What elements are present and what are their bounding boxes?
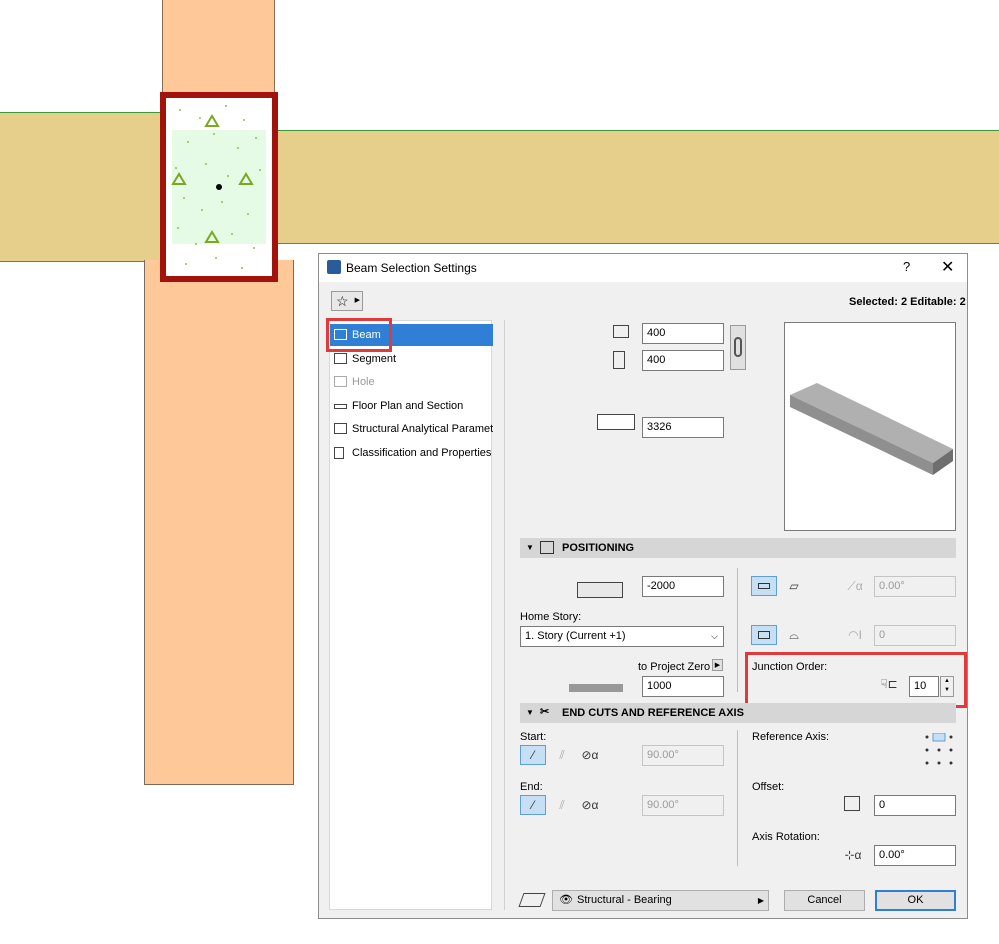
beam-settings-panel: 400 400 3326 ▼ POSITIONING -2000 Home St… bbox=[504, 320, 967, 910]
end-angled-cut-icon[interactable]: ⫽ bbox=[550, 796, 574, 814]
start-angle-field: 90.00° bbox=[642, 745, 724, 766]
tilt-angle-icon: ⟋α bbox=[847, 579, 863, 593]
height-icon bbox=[613, 351, 625, 369]
nav-item-floor-plan[interactable]: Floor Plan and Section bbox=[330, 395, 493, 417]
positioning-divider bbox=[737, 568, 738, 692]
column-lower[interactable] bbox=[144, 260, 294, 785]
dialog-title: Beam Selection Settings bbox=[346, 261, 477, 275]
start-angled-cut-icon[interactable]: ⫽ bbox=[550, 746, 574, 764]
beam-right[interactable] bbox=[270, 130, 999, 244]
reference-offset-field[interactable]: -2000 bbox=[642, 576, 724, 597]
star-icon: ☆ bbox=[336, 293, 349, 309]
chevron-down-icon: ⌵ bbox=[711, 631, 718, 641]
arrow-right-icon: ▶ bbox=[354, 297, 360, 304]
nav-item-segment[interactable]: Segment bbox=[330, 348, 493, 370]
reference-offset-icon bbox=[577, 582, 623, 598]
straight-segment-button[interactable] bbox=[751, 625, 777, 645]
project-zero-arrow-button[interactable]: ▶ bbox=[712, 659, 723, 671]
to-project-zero-label: to Project Zero bbox=[638, 661, 711, 673]
collapse-triangle-icon: ▼ bbox=[526, 708, 534, 717]
end-custom-angle-icon[interactable]: ⊘α bbox=[578, 796, 602, 814]
chain-link-icon bbox=[734, 337, 742, 357]
home-story-select[interactable]: 1. Story (Current +1) ⌵ bbox=[520, 626, 724, 647]
height-field[interactable]: 400 bbox=[642, 350, 724, 371]
rectangle-icon bbox=[758, 631, 770, 639]
arch-icon: ⌓ bbox=[789, 628, 799, 642]
ok-button[interactable]: OK bbox=[875, 890, 956, 911]
start-perpendicular-cut-button[interactable]: ⁄ bbox=[520, 745, 546, 765]
end-cuts-header[interactable]: ▼ ✂ END CUTS AND REFERENCE AXIS bbox=[520, 703, 956, 723]
curve-height-field: 0 bbox=[874, 625, 956, 646]
end-angle-field: 90.00° bbox=[642, 795, 724, 816]
settings-nav: Beam Segment Hole Floor Plan and Section… bbox=[326, 318, 493, 910]
collapse-triangle-icon: ▼ bbox=[526, 543, 534, 552]
favorites-button[interactable]: ☆ ▶ bbox=[331, 291, 363, 311]
nav-item-hole: Hole bbox=[330, 371, 493, 393]
offset-label: Offset: bbox=[752, 781, 785, 793]
length-field[interactable]: 3326 bbox=[642, 417, 724, 438]
nav-item-classification[interactable]: Classification and Properties bbox=[330, 442, 493, 464]
axis-offset-field[interactable]: 0 bbox=[874, 795, 956, 816]
positioning-header[interactable]: ▼ POSITIONING bbox=[520, 538, 956, 558]
close-button[interactable]: ✕ bbox=[941, 257, 954, 277]
beam-preview-graphic bbox=[790, 383, 953, 475]
axis-offset-icon bbox=[844, 796, 860, 811]
segment-icon bbox=[334, 353, 347, 364]
link-dimensions-button[interactable] bbox=[730, 325, 746, 370]
curved-segment-button[interactable]: ⌓ bbox=[781, 625, 807, 645]
help-button[interactable]: ? bbox=[903, 259, 910, 274]
arrow-right-icon: ▶ bbox=[757, 896, 764, 905]
beam-highlight bbox=[326, 318, 392, 352]
beam-left[interactable] bbox=[0, 112, 170, 262]
scissors-icon: ✂ bbox=[540, 706, 550, 718]
floor-plan-icon bbox=[334, 404, 347, 409]
column-upper[interactable] bbox=[162, 0, 275, 95]
end-cuts-divider bbox=[737, 730, 738, 866]
straight-beam-button[interactable] bbox=[751, 576, 777, 596]
reference-axis-label: Reference Axis: bbox=[752, 731, 830, 743]
hole-icon bbox=[334, 376, 347, 387]
axis-rotation-icon: ⊹α bbox=[844, 848, 862, 862]
selection-count: Selected: 2 Editable: 2 bbox=[849, 296, 966, 308]
junction-order-highlight bbox=[745, 652, 967, 708]
length-icon bbox=[597, 414, 635, 430]
structural-analytical-icon bbox=[334, 423, 347, 434]
axis-rotation-label: Axis Rotation: bbox=[752, 831, 820, 843]
project-zero-field[interactable]: 1000 bbox=[642, 676, 724, 697]
beam-selection-settings-dialog: Beam Selection Settings ? ✕ ☆ ▶ Selected… bbox=[318, 253, 968, 919]
sloped-beam-icon: ▱ bbox=[789, 579, 799, 593]
end-perpendicular-cut-button[interactable]: ⁄ bbox=[520, 795, 546, 815]
start-custom-angle-icon[interactable]: ⊘α bbox=[578, 746, 602, 764]
curve-height-icon: ◠I bbox=[848, 628, 862, 642]
reference-axis-grid[interactable] bbox=[923, 733, 955, 767]
nav-item-structural-analytical[interactable]: Structural Analytical Paramet… bbox=[330, 418, 493, 440]
home-story-label: Home Story: bbox=[520, 611, 582, 623]
axis-rotation-field[interactable]: 0.00° bbox=[874, 845, 956, 866]
tilt-angle-field: 0.00° bbox=[874, 576, 956, 597]
sloped-beam-button[interactable]: ▱ bbox=[781, 576, 807, 596]
structural-function-select[interactable]: 👁 Structural - Bearing ▶ bbox=[552, 890, 769, 911]
junction-hatch bbox=[171, 105, 261, 269]
positioning-icon bbox=[540, 541, 554, 554]
eye-icon: 👁 bbox=[559, 894, 573, 906]
project-zero-icon bbox=[569, 684, 623, 692]
beam-3d-preview bbox=[784, 322, 956, 531]
perpendicular-cut-icon: ⁄ bbox=[531, 798, 534, 812]
title-bar: Beam Selection Settings ? ✕ bbox=[319, 254, 967, 282]
app-logo-icon bbox=[327, 260, 341, 274]
straight-beam-icon bbox=[758, 583, 770, 589]
selected-column-junction[interactable] bbox=[160, 92, 278, 282]
end-label: End: bbox=[520, 781, 543, 793]
perpendicular-cut-icon: ⁄ bbox=[531, 748, 534, 762]
start-label: Start: bbox=[520, 731, 547, 743]
width-field[interactable]: 400 bbox=[642, 323, 724, 344]
cancel-button[interactable]: Cancel bbox=[784, 890, 865, 911]
width-icon bbox=[613, 325, 629, 338]
classification-icon bbox=[334, 447, 344, 459]
